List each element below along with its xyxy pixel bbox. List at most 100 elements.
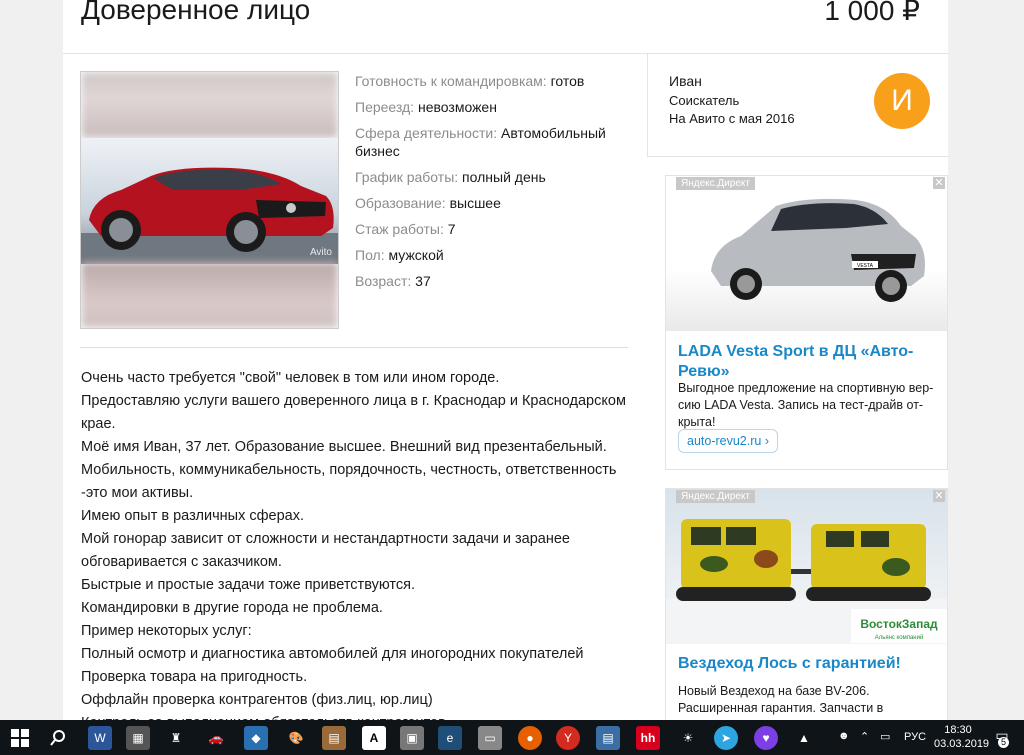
word-icon[interactable]: W bbox=[88, 726, 112, 750]
red-car-image bbox=[81, 167, 338, 264]
tray-network-icon[interactable]: ▭ bbox=[880, 720, 890, 755]
param-age: Возраст: 37 bbox=[355, 272, 625, 290]
ad-image: ВостокЗапад Альянс компаний bbox=[666, 489, 947, 644]
search-icon[interactable] bbox=[46, 726, 70, 750]
allterrain-vehicle-image: ВостокЗапад Альянс компаний bbox=[666, 519, 947, 644]
param-key: Пол: bbox=[355, 247, 385, 263]
notification-icon[interactable]: ▭ 5 bbox=[990, 720, 1014, 755]
ad-brand: ВостокЗапад bbox=[860, 617, 938, 631]
param-key: Готовность к командировкам: bbox=[355, 73, 547, 89]
photos-icon[interactable]: ▭ bbox=[478, 726, 502, 750]
param-key: Образование: bbox=[355, 195, 446, 211]
ad-page: Доверенное лицо 1 000 ₽ Avito Готовность… bbox=[63, 0, 948, 720]
param-value: невозможен bbox=[417, 99, 497, 115]
ad-headline[interactable]: Вездеход Лось с гарантией! bbox=[678, 654, 933, 674]
description-line: Быстрые и простые задачи тоже приветству… bbox=[81, 577, 416, 593]
image-viewer-icon[interactable]: ▣ bbox=[400, 726, 424, 750]
seller-avatar[interactable]: И bbox=[874, 73, 930, 129]
archive-icon[interactable]: ▤ bbox=[322, 726, 346, 750]
description-line: Очень часто требуется "свой" человек в т… bbox=[81, 370, 500, 386]
param-education: Образование: высшее bbox=[355, 194, 625, 212]
param-experience: Стаж работы: 7 bbox=[355, 220, 625, 238]
description-line: Оффлайн проверка контрагентов (физ.лиц, … bbox=[81, 692, 433, 708]
description-line: Моё имя Иван, 37 лет. Образование высшее… bbox=[81, 439, 607, 455]
chess-icon[interactable]: ♜ bbox=[164, 726, 188, 750]
yandex-direct-ad[interactable]: VESTA Яндекс.Директ ✕ LADA Vesta Sport в… bbox=[665, 175, 948, 470]
car-plate: VESTA bbox=[857, 263, 874, 269]
param-value: готов bbox=[550, 73, 585, 89]
app-icon[interactable]: ◆ bbox=[244, 726, 268, 750]
ad-header: Доверенное лицо 1 000 ₽ bbox=[63, 0, 948, 54]
paint-icon[interactable]: 🎨 bbox=[284, 726, 308, 750]
tray-language[interactable]: РУС bbox=[904, 720, 926, 755]
description-line: Предоставляю услуги вашего доверенного л… bbox=[81, 393, 626, 432]
tray-date: 03.03.2019 bbox=[934, 738, 990, 750]
tray-time: 18:30 bbox=[944, 724, 972, 736]
param-value: 37 bbox=[415, 273, 431, 289]
ad-title: Доверенное лицо bbox=[81, 0, 311, 25]
ad-brand-sub: Альянс компаний bbox=[875, 634, 924, 641]
tray-clock[interactable]: 18:30 03.03.2019 bbox=[934, 720, 990, 755]
photo-blur-bottom bbox=[81, 262, 338, 328]
description-line: Пример некоторых услуг: bbox=[81, 623, 252, 639]
messenger-icon[interactable]: ♥ bbox=[754, 726, 778, 750]
car-photo bbox=[81, 138, 338, 264]
param-value: 7 bbox=[447, 221, 456, 237]
tray-people-icon[interactable]: ☻ bbox=[838, 720, 850, 755]
close-icon[interactable]: ✕ bbox=[933, 177, 945, 189]
taskbar: W ▦ ♜ 🚗 ◆ 🎨 ▤ A ▣ e ▭ ● Y ▤ hh ☀ ➤ ♥ ▲ ☻… bbox=[0, 720, 1024, 755]
ad-tag: Яндекс.Директ bbox=[676, 177, 755, 190]
notification-count: 5 bbox=[998, 737, 1009, 748]
close-icon[interactable]: ✕ bbox=[933, 490, 945, 502]
ad-photo[interactable]: Avito bbox=[80, 71, 339, 329]
ad-headline[interactable]: LADA Vesta Sport в ДЦ «Авто-Ревю» bbox=[678, 342, 933, 382]
param-value: полный день bbox=[462, 169, 546, 185]
hh-icon[interactable]: hh bbox=[636, 726, 660, 750]
ad-price: 1 000 ₽ bbox=[824, 0, 920, 26]
description-line: Мой гонорар зависит от сложности и неста… bbox=[81, 531, 570, 570]
brightness-icon[interactable]: ☀ bbox=[676, 726, 700, 750]
ad-text: Выгодное предложение на спортивную вер-с… bbox=[678, 381, 934, 429]
ad-image: VESTA bbox=[666, 176, 947, 331]
param-key: Переезд: bbox=[355, 99, 415, 115]
telegram-icon[interactable]: ➤ bbox=[714, 726, 738, 750]
param-value: высшее bbox=[449, 195, 501, 211]
description-line: Полный осмотр и диагностика автомобилей … bbox=[81, 646, 584, 662]
ad-link-button[interactable]: auto-revu2.ru › bbox=[678, 429, 778, 453]
param-relocation: Переезд: невозможен bbox=[355, 98, 625, 116]
param-schedule: График работы: полный день bbox=[355, 168, 625, 186]
firefox-icon[interactable]: ● bbox=[518, 726, 542, 750]
ad-description: Очень часто требуется "свой" человек в т… bbox=[81, 367, 641, 720]
yandex-direct-ad[interactable]: ВостокЗапад Альянс компаний Яндекс.Дирек… bbox=[665, 488, 948, 720]
description-line: Мобильность, коммуникабельность, порядоч… bbox=[81, 462, 617, 501]
yandex-browser-icon[interactable]: Y bbox=[556, 726, 580, 750]
calculator-icon[interactable]: ▦ bbox=[126, 726, 150, 750]
param-field: Сфера деятельности: Автомобильный бизнес bbox=[355, 124, 625, 160]
description-line: Контроль за выполнением обязательств кон… bbox=[81, 712, 641, 720]
photo-blur-top bbox=[81, 72, 338, 138]
param-key: Стаж работы: bbox=[355, 221, 444, 237]
description-line: Имею опыт в различных сферах. bbox=[81, 508, 305, 524]
seller-name[interactable]: Иван bbox=[669, 73, 702, 89]
car-icon[interactable]: 🚗 bbox=[204, 726, 228, 750]
description-line: Проверка товара на пригодность. bbox=[81, 669, 308, 685]
param-key: Возраст: bbox=[355, 273, 412, 289]
param-value: мужской bbox=[388, 247, 444, 263]
divider bbox=[80, 347, 628, 348]
ad-tag: Яндекс.Директ bbox=[676, 490, 755, 503]
font-icon[interactable]: A bbox=[362, 726, 386, 750]
param-business-trips: Готовность к командировкам: готов bbox=[355, 72, 625, 90]
description-line: Командировки в другие города не проблема… bbox=[81, 600, 383, 616]
tray-chevron-icon[interactable]: ⌃ bbox=[860, 720, 869, 755]
ad-params: Готовность к командировкам: готов Переез… bbox=[355, 72, 625, 298]
lada-car-image: VESTA bbox=[711, 198, 925, 302]
edge-browser-icon[interactable]: e bbox=[438, 726, 462, 750]
seller-card: Иван Соискатель На Авито с мая 2016 И bbox=[647, 54, 948, 157]
ad-text: Новый Вездеход на базе BV-206. Расширенн… bbox=[678, 684, 884, 720]
landscape-icon[interactable]: ▲ bbox=[792, 726, 816, 750]
param-key: График работы: bbox=[355, 169, 459, 185]
windows-start-icon[interactable] bbox=[8, 726, 32, 750]
seller-since: На Авито с мая 2016 bbox=[669, 111, 795, 126]
param-key: Сфера деятельности: bbox=[355, 125, 498, 141]
document-icon[interactable]: ▤ bbox=[596, 726, 620, 750]
